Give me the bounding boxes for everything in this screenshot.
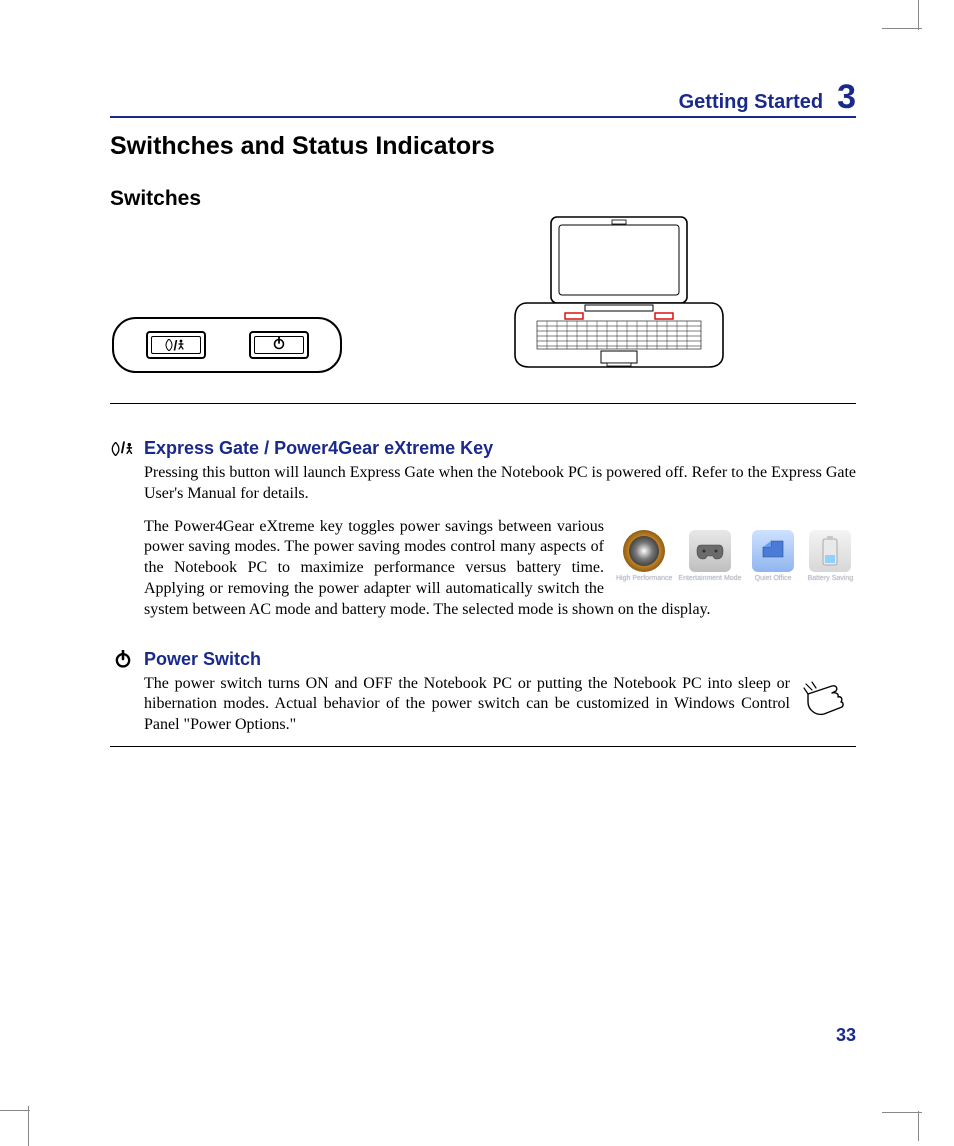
express-gate-power4gear-icon: /: [110, 441, 136, 457]
mode-label: Entertainment Mode: [678, 574, 741, 583]
express-gate-title: Express Gate / Power4Gear eXtreme Key: [144, 438, 493, 459]
page-number: 33: [836, 1025, 856, 1046]
switches-subtitle: Switches: [110, 187, 856, 211]
section-title: Swithches and Status Indicators: [110, 132, 856, 161]
power-key-figure: [249, 331, 309, 359]
mode-label: High Performance: [616, 574, 672, 583]
mode-battery-saving: Battery Saving: [805, 517, 856, 583]
switches-figure-row: /: [110, 223, 856, 373]
divider: [110, 403, 856, 404]
hand-pointing-icon: [802, 676, 856, 725]
running-header-title: Getting Started: [679, 91, 823, 114]
mode-high-performance: High Performance: [616, 517, 672, 583]
express-gate-icon: /: [163, 338, 189, 352]
power-icon: [272, 336, 286, 355]
power-switch-section: Power Switch The power switch turns ON a…: [110, 649, 856, 736]
laptop-diagram: [382, 213, 856, 373]
running-header: Getting Started 3: [110, 80, 856, 118]
power-switch-title: Power Switch: [144, 649, 261, 670]
mode-label: Quiet Office: [755, 574, 792, 583]
mode-entertainment: Entertainment Mode: [678, 517, 741, 583]
switch-panel: /: [112, 317, 342, 373]
mode-label: Battery Saving: [808, 574, 854, 583]
mode-quiet-office: Quiet Office: [747, 517, 798, 583]
power-switch-paragraph: The power switch turns ON and OFF the No…: [144, 675, 790, 734]
express-gate-paragraph-1: Pressing this button will launch Express…: [144, 463, 856, 505]
power-icon: [110, 650, 136, 668]
power-modes-strip: High Performance Entertainment Mode Quie…: [616, 517, 856, 583]
chapter-number: 3: [837, 80, 856, 114]
divider: [110, 746, 856, 747]
switch-panel-figure: /: [110, 243, 342, 373]
express-gate-section: / Express Gate / Power4Gear eXtreme Key …: [110, 438, 856, 621]
express-gate-key-figure: /: [146, 331, 206, 359]
